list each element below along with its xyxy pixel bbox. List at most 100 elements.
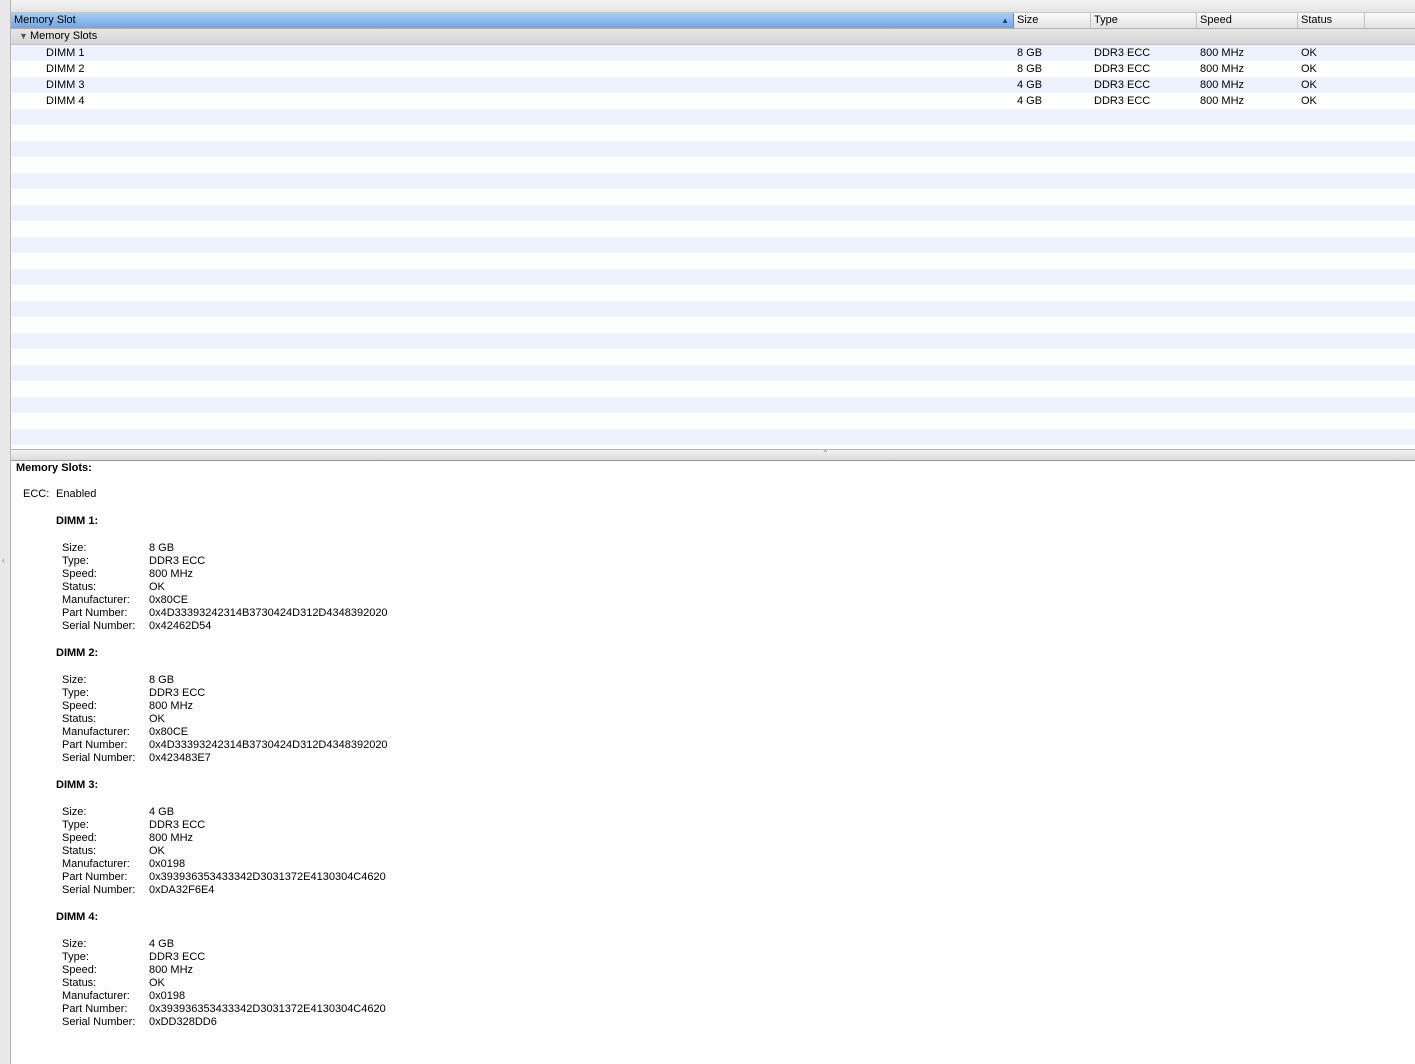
sort-ascending-icon: ▲: [1001, 16, 1009, 25]
dimm-title: DIMM 4:: [56, 911, 99, 923]
column-header-size[interactable]: Size: [1014, 13, 1091, 28]
prop-part-number: Part Number: 0x393936353433342D3031372E41…: [62, 1003, 386, 1015]
table-row-dimm-1[interactable]: DIMM 1 8 GB DDR3 ECC 800 MHz OK: [11, 45, 1415, 61]
group-row-memory-slots[interactable]: ▼ Memory Slots: [11, 29, 1415, 45]
column-header-label: Type: [1094, 14, 1118, 26]
empty-row: [11, 109, 1415, 125]
cell-slot: DIMM 2: [46, 63, 85, 75]
prop-speed: Speed: 800 MHz: [62, 700, 194, 712]
column-header-status[interactable]: Status: [1298, 13, 1365, 28]
prop-speed: Speed: 800 MHz: [62, 832, 194, 844]
empty-row: [11, 205, 1415, 221]
prop-manufacturer: Manufacturer: 0x80CE: [62, 726, 189, 738]
prop-manufacturer: Manufacturer: 0x0198: [62, 858, 186, 870]
prop-status: Status: OK: [62, 581, 165, 593]
prop-status: Status: OK: [62, 713, 165, 725]
disclosure-triangle-icon[interactable]: ▼: [19, 29, 28, 44]
table-top-strip: [11, 0, 1415, 13]
prop-size: Size: 4 GB: [62, 938, 175, 950]
ecc-line: ECC: Enabled: [23, 488, 96, 500]
dimm-detail-3: DIMM 3: Size: 4 GB Type: DDR3 ECC Speed: 80…: [56, 779, 386, 897]
cell-type: DDR3 ECC: [1094, 47, 1151, 59]
prop-serial-number: Serial Number: 0xDD328DD6: [62, 1016, 217, 1028]
empty-row: [11, 221, 1415, 237]
column-header-label: Memory Slot: [14, 14, 76, 26]
empty-row: [11, 301, 1415, 317]
cell-slot: DIMM 4: [46, 95, 85, 107]
table-row-dimm-3[interactable]: DIMM 3 4 GB DDR3 ECC 800 MHz OK: [11, 77, 1415, 93]
empty-row: [11, 397, 1415, 413]
empty-row: [11, 381, 1415, 397]
prop-size: Size: 4 GB: [62, 806, 175, 818]
cell-size: 4 GB: [1017, 95, 1043, 107]
dimm-title: DIMM 1:: [56, 515, 99, 527]
dimm-detail-2: DIMM 2: Size: 8 GB Type: DDR3 ECC Speed: 80…: [56, 647, 388, 765]
cell-slot: DIMM 3: [46, 79, 85, 91]
table-header: Memory Slot ▲ Size Type Speed Status: [11, 13, 1415, 29]
column-header-speed[interactable]: Speed: [1197, 13, 1298, 28]
prop-manufacturer: Manufacturer: 0x80CE: [62, 594, 189, 606]
table-row-dimm-4[interactable]: DIMM 4 4 GB DDR3 ECC 800 MHz OK: [11, 93, 1415, 109]
table-rows: DIMM 1 8 GB DDR3 ECC 800 MHz OK DIMM 2 8…: [11, 45, 1415, 449]
dimm-detail-4: DIMM 4: Size: 4 GB Type: DDR3 ECC Speed: 80…: [56, 911, 386, 1029]
prop-status: Status: OK: [62, 845, 165, 857]
empty-row: [11, 253, 1415, 269]
prop-speed: Speed: 800 MHz: [62, 568, 194, 580]
prop-serial-number: Serial Number: 0x423483E7: [62, 752, 211, 764]
prop-status: Status: OK: [62, 977, 165, 989]
cell-size: 8 GB: [1017, 63, 1043, 75]
column-header-memory-slot[interactable]: Memory Slot ▲: [11, 13, 1014, 28]
dimm-title: DIMM 3:: [56, 779, 99, 791]
dimm-detail-1: DIMM 1: Size: 8 GB Type: DDR3 ECC Speed: 80…: [56, 515, 388, 633]
empty-row: [11, 317, 1415, 333]
empty-row: [11, 189, 1415, 205]
detail-title: Memory Slots:: [16, 462, 92, 474]
empty-row: [11, 349, 1415, 365]
cell-status: OK: [1301, 79, 1317, 91]
empty-row: [11, 141, 1415, 157]
empty-row: [11, 237, 1415, 253]
prop-size: Size: 8 GB: [62, 674, 175, 686]
empty-row: [11, 285, 1415, 301]
prop-type: Type: DDR3 ECC: [62, 951, 206, 963]
empty-row: [11, 157, 1415, 173]
empty-row: [11, 365, 1415, 381]
column-header-type[interactable]: Type: [1091, 13, 1197, 28]
resize-handle-icon[interactable]: ‹: [2, 556, 5, 565]
empty-row: [11, 333, 1415, 349]
prop-serial-number: Serial Number: 0x42462D54: [62, 620, 212, 632]
cell-type: DDR3 ECC: [1094, 79, 1151, 91]
cell-status: OK: [1301, 47, 1317, 59]
column-header-label: Status: [1301, 14, 1333, 26]
empty-row: [11, 413, 1415, 429]
cell-speed: 800 MHz: [1200, 95, 1245, 107]
empty-row: [11, 173, 1415, 189]
prop-part-number: Part Number: 0x393936353433342D3031372E41…: [62, 871, 386, 883]
prop-part-number: Part Number: 0x4D33393242314B3730424D312D…: [62, 739, 388, 751]
prop-part-number: Part Number: 0x4D33393242314B3730424D312D…: [62, 607, 388, 619]
pane-splitter[interactable]: ⌃: [11, 449, 1415, 461]
cell-speed: 800 MHz: [1200, 47, 1245, 59]
cell-speed: 800 MHz: [1200, 63, 1245, 75]
empty-row: [11, 429, 1415, 445]
prop-type: Type: DDR3 ECC: [62, 687, 206, 699]
prop-type: Type: DDR3 ECC: [62, 555, 206, 567]
cell-status: OK: [1301, 63, 1317, 75]
prop-serial-number: Serial Number: 0xDA32F6E4: [62, 884, 215, 896]
detail-pane: Memory Slots: ECC: Enabled DIMM 1: Size: 8…: [11, 461, 1415, 1064]
empty-row: [11, 125, 1415, 141]
table-row-dimm-2[interactable]: DIMM 2 8 GB DDR3 ECC 800 MHz OK: [11, 61, 1415, 77]
ecc-value: Enabled: [56, 488, 97, 500]
ecc-label: ECC:: [23, 488, 50, 500]
cell-status: OK: [1301, 95, 1317, 107]
prop-speed: Speed: 800 MHz: [62, 964, 194, 976]
splitter-grip-icon[interactable]: ⌃: [822, 449, 829, 458]
memory-table: Memory Slot ▲ Size Type Speed Status ▼ M…: [11, 0, 1415, 449]
dimm-title: DIMM 2:: [56, 647, 99, 659]
column-header-label: Size: [1017, 14, 1039, 26]
cell-speed: 800 MHz: [1200, 79, 1245, 91]
cell-size: 8 GB: [1017, 47, 1043, 59]
column-header-empty: [1365, 13, 1415, 28]
prop-size: Size: 8 GB: [62, 542, 175, 554]
cell-type: DDR3 ECC: [1094, 95, 1151, 107]
